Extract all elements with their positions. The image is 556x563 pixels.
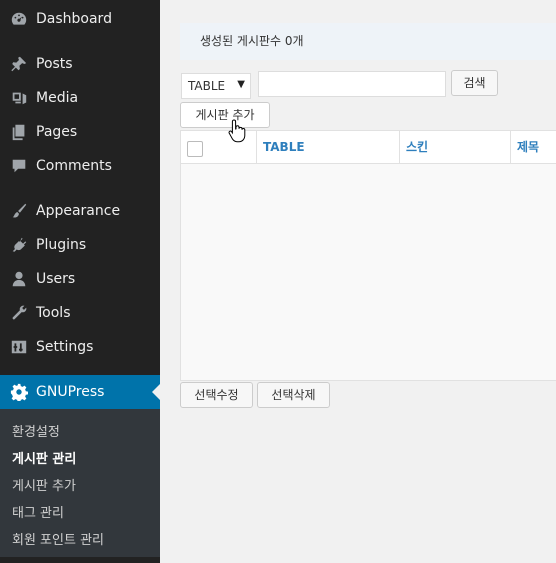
column-header-table[interactable]: TABLE xyxy=(257,131,400,163)
hand-cursor-icon xyxy=(228,119,246,143)
bulk-delete-button[interactable]: 선택삭제 xyxy=(257,382,330,408)
submenu-board-manage[interactable]: 게시판 관리 xyxy=(12,448,76,467)
menu-label: Tools xyxy=(36,305,71,321)
bulk-edit-button[interactable]: 선택수정 xyxy=(180,382,253,408)
column-header-title[interactable]: 제목 xyxy=(511,131,556,163)
submenu-point-manage[interactable]: 회원 포인트 관리 xyxy=(12,529,104,548)
dropdown-arrow-icon: ▼ xyxy=(237,79,245,90)
search-field-select[interactable]: TABLE ▼ xyxy=(181,73,251,99)
select-value: TABLE xyxy=(188,79,226,93)
dashboard-icon xyxy=(9,9,29,29)
pin-icon xyxy=(9,54,29,74)
gnupress-submenu: 환경설정 게시판 관리 게시판 추가 태그 관리 회원 포인트 관리 xyxy=(0,409,160,557)
gear-icon xyxy=(9,382,29,402)
comment-icon xyxy=(9,156,29,176)
board-table: TABLE 스킨 제목 xyxy=(180,130,556,381)
menu-pages[interactable]: Pages xyxy=(0,115,160,149)
submenu-settings[interactable]: 환경설정 xyxy=(12,421,60,440)
menu-label: Plugins xyxy=(36,237,87,253)
menu-label: GNUPress xyxy=(36,384,105,400)
menu-label: Settings xyxy=(36,339,94,355)
menu-users[interactable]: Users xyxy=(0,262,160,296)
menu-dashboard[interactable]: Dashboard xyxy=(0,2,160,36)
search-input[interactable] xyxy=(258,71,446,97)
menu-plugins[interactable]: Plugins xyxy=(0,228,160,262)
add-board-button[interactable]: 게시판 추가 xyxy=(180,102,270,128)
active-indicator xyxy=(152,384,160,400)
board-count-notice: 생성된 게시판수 0개 xyxy=(180,23,556,60)
menu-label: Media xyxy=(36,90,79,106)
menu-label: Users xyxy=(36,271,76,287)
pages-icon xyxy=(9,122,29,142)
menu-label: Posts xyxy=(36,56,73,72)
brush-icon xyxy=(9,201,29,221)
plug-icon xyxy=(9,235,29,255)
menu-posts[interactable]: Posts xyxy=(0,47,160,81)
menu-label: Dashboard xyxy=(36,11,112,27)
menu-settings[interactable]: Settings xyxy=(0,330,160,364)
media-icon xyxy=(9,88,29,108)
admin-sidebar: Dashboard Posts Media Pages Comments App… xyxy=(0,0,160,563)
menu-label: Comments xyxy=(36,158,112,174)
menu-label: Appearance xyxy=(36,203,121,219)
main-content: 생성된 게시판수 0개 TABLE ▼ 검색 게시판 추가 TABLE 스킨 제… xyxy=(160,0,556,563)
menu-label: Pages xyxy=(36,124,78,140)
user-icon xyxy=(9,269,29,289)
menu-appearance[interactable]: Appearance xyxy=(0,194,160,228)
column-header-skin[interactable]: 스킨 xyxy=(400,131,511,163)
menu-media[interactable]: Media xyxy=(0,81,160,115)
search-button[interactable]: 검색 xyxy=(451,70,498,96)
menu-tools[interactable]: Tools xyxy=(0,296,160,330)
menu-comments[interactable]: Comments xyxy=(0,149,160,183)
menu-gnupress[interactable]: GNUPress xyxy=(0,375,160,409)
settings-icon xyxy=(9,337,29,357)
submenu-board-add[interactable]: 게시판 추가 xyxy=(12,475,76,494)
wrench-icon xyxy=(9,303,29,323)
select-all-checkbox[interactable] xyxy=(187,141,203,157)
submenu-tag-manage[interactable]: 태그 관리 xyxy=(12,502,64,521)
